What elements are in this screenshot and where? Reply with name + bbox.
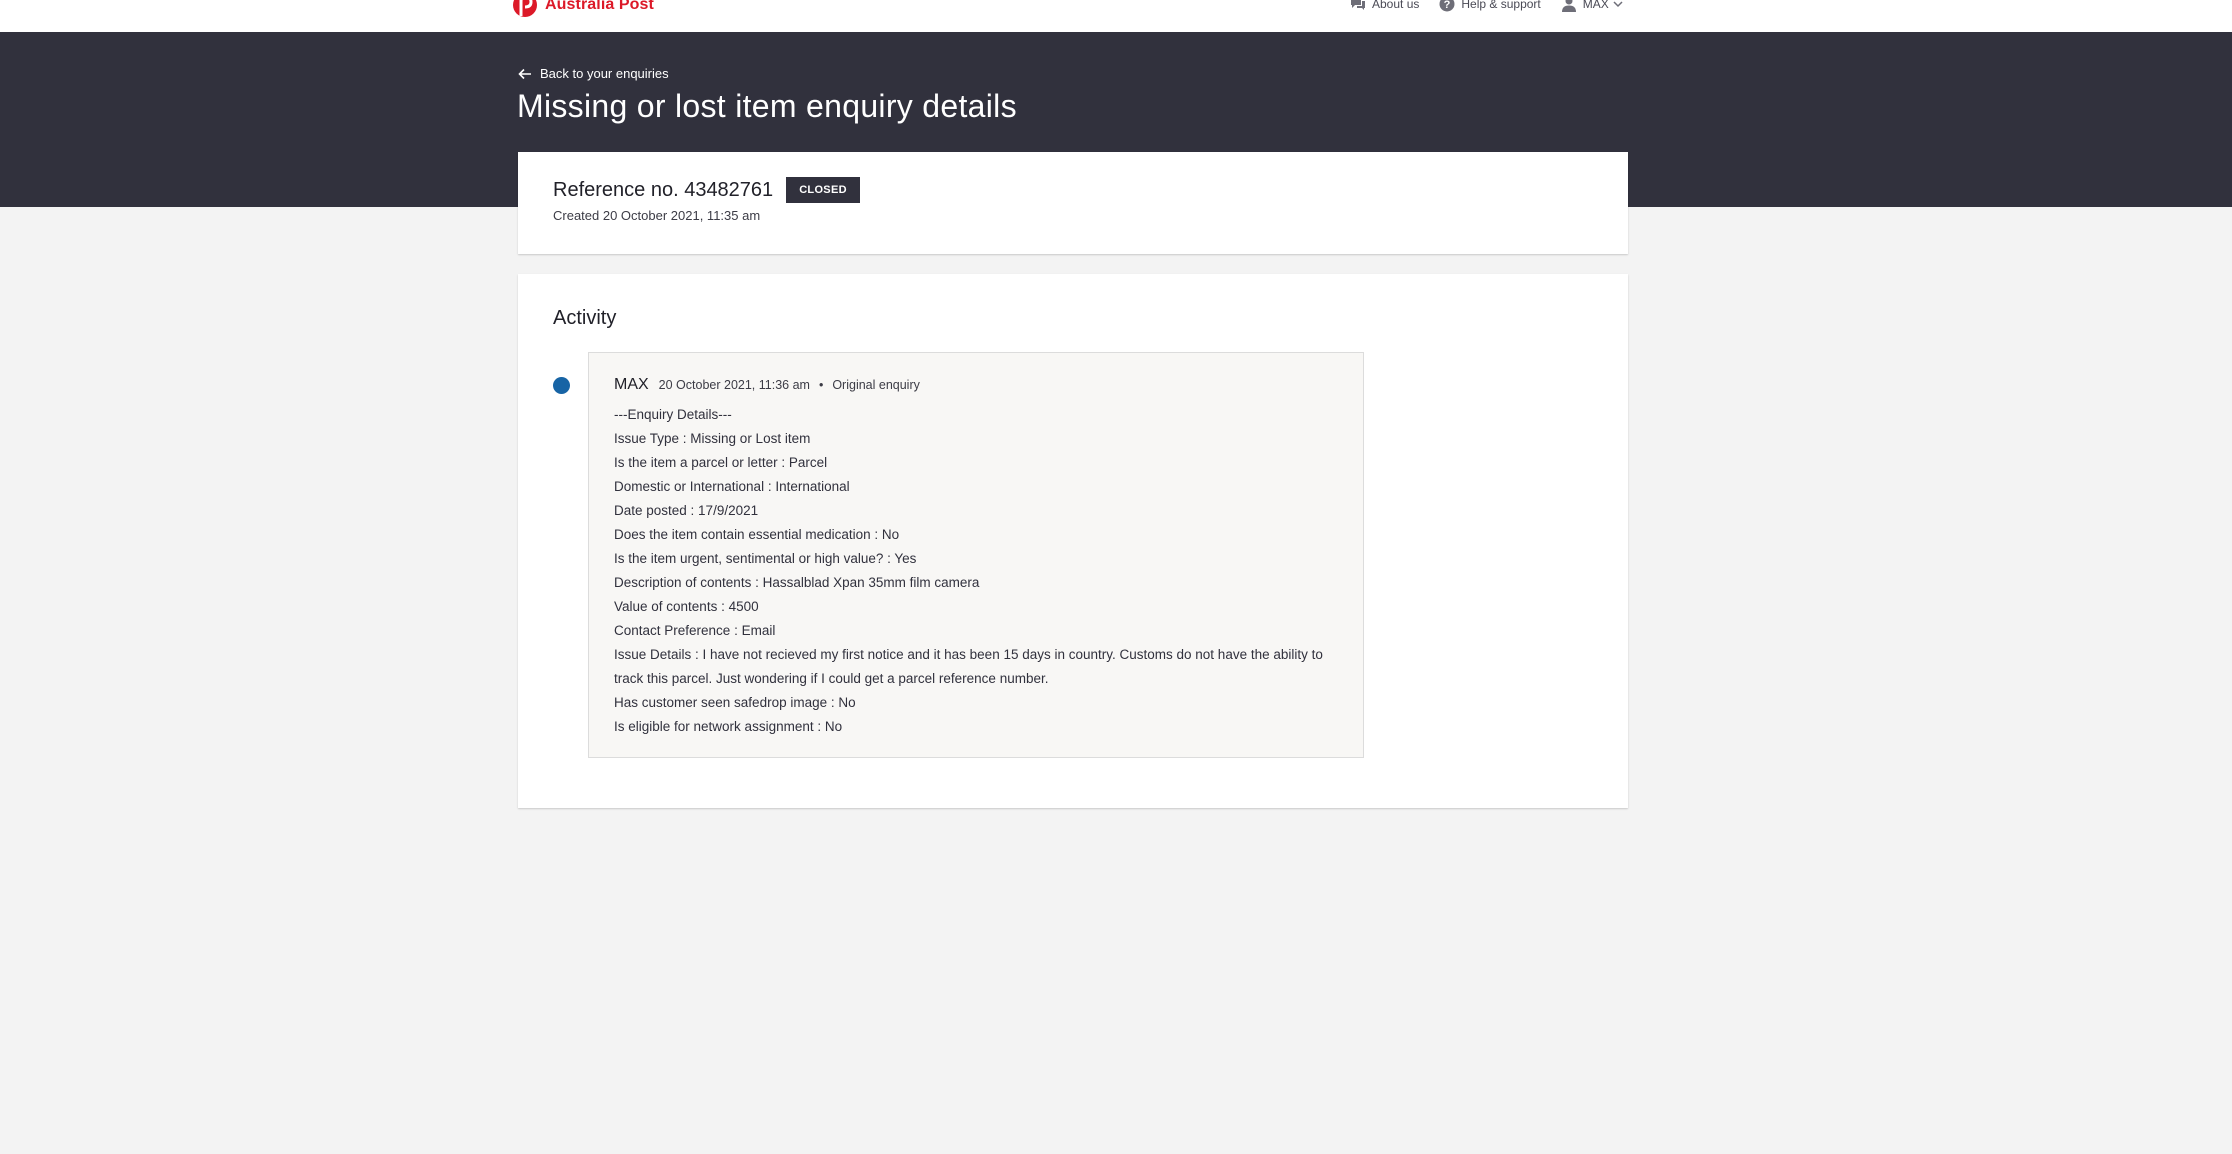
arrow-left-icon	[518, 68, 531, 79]
contents-description: Description of contents : Hassalblad Xpa…	[614, 575, 980, 590]
urgent-value: Is the item urgent, sentimental or high …	[614, 551, 917, 566]
item-kind: Is the item a parcel or letter : Parcel	[614, 455, 828, 470]
safedrop-image: Has customer seen safedrop image : No	[614, 695, 856, 710]
help-support-link[interactable]: ? Help & support	[1439, 0, 1541, 12]
user-name: MAX	[1582, 0, 1609, 11]
australia-post-logo[interactable]: Australia Post	[512, 0, 654, 18]
user-icon	[1561, 0, 1576, 12]
reference-row: Reference no. 43482761 CLOSED	[553, 177, 860, 203]
status-badge: CLOSED	[786, 177, 860, 203]
timeline-dot	[553, 377, 570, 394]
back-to-enquiries-link[interactable]: Back to your enquiries	[518, 66, 669, 81]
chat-bubble-icon	[1351, 0, 1365, 10]
domestic-international: Domestic or International : Internationa…	[614, 479, 850, 494]
chevron-down-icon	[1613, 1, 1623, 8]
brand-name: Australia Post	[545, 0, 654, 13]
issue-details: Issue Details : I have not recieved my f…	[614, 647, 1323, 686]
essential-medication: Does the item contain essential medicati…	[614, 527, 900, 542]
back-link-label: Back to your enquiries	[540, 66, 669, 81]
about-us-link[interactable]: About us	[1350, 0, 1419, 11]
date-posted: Date posted : 17/9/2021	[614, 503, 759, 518]
about-us-label: About us	[1372, 0, 1420, 11]
entry-timestamp: 20 October 2021, 11:36 am	[658, 378, 810, 392]
entry-type: Original enquiry	[832, 378, 920, 392]
user-menu[interactable]: MAX	[1561, 0, 1623, 12]
page-title: Missing or lost item enquiry details	[517, 88, 1017, 124]
enquiry-details-heading: ---Enquiry Details---	[614, 407, 732, 422]
reference-number: Reference no. 43482761	[553, 178, 774, 201]
reference-card: Reference no. 43482761 CLOSED Created 20…	[518, 152, 1628, 254]
activity-card: Activity MAX 20 October 2021, 11:36 am •…	[518, 274, 1628, 808]
utility-navigation: About us ? Help & support MAX	[1350, 0, 1623, 14]
australia-post-logo-icon	[512, 0, 538, 18]
entry-author: MAX	[614, 376, 649, 393]
entry-separator: •	[818, 378, 824, 392]
contact-preference: Contact Preference : Email	[614, 623, 776, 638]
activity-entry: MAX 20 October 2021, 11:36 am • Original…	[588, 352, 1364, 758]
svg-text:?: ?	[1444, 0, 1451, 11]
top-navigation: Australia Post About us ? Help & support…	[0, 0, 2232, 32]
entry-body: ---Enquiry Details--- Issue Type : Missi…	[614, 403, 1344, 739]
created-date: Created 20 October 2021, 11:35 am	[553, 208, 761, 223]
help-icon: ?	[1439, 0, 1455, 12]
contents-value: Value of contents : 4500	[614, 599, 759, 614]
activity-heading: Activity	[553, 307, 617, 329]
issue-type: Issue Type : Missing or Lost item	[614, 431, 811, 446]
network-assignment: Is eligible for network assignment : No	[614, 719, 843, 734]
entry-header: MAX 20 October 2021, 11:36 am • Original…	[614, 376, 920, 394]
help-support-label: Help & support	[1461, 0, 1541, 11]
